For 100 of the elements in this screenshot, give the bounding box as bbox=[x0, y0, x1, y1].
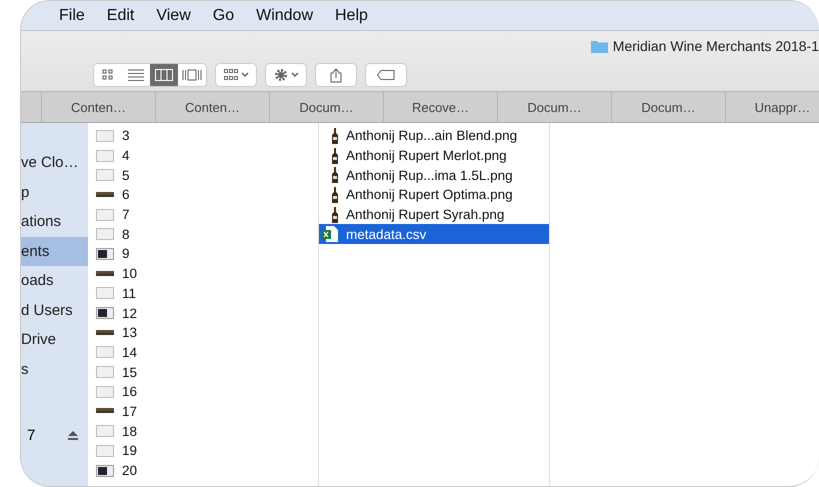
file-row[interactable]: 4 bbox=[88, 146, 318, 166]
image-thumbnail-icon bbox=[96, 248, 114, 260]
image-thumbnail-icon bbox=[96, 464, 114, 477]
tab[interactable]: Docum… bbox=[269, 92, 383, 122]
file-row[interactable]: 13 bbox=[88, 322, 318, 343]
sidebar-item[interactable]: ve Clo… bbox=[21, 148, 88, 178]
file-row[interactable]: 8 bbox=[88, 224, 318, 244]
file-row[interactable]: 6 bbox=[88, 185, 318, 205]
file-name: metadata.csv bbox=[346, 226, 426, 242]
bottle-icon bbox=[332, 206, 338, 223]
file-row[interactable]: Anthonij Rup...ain Blend.png bbox=[319, 126, 549, 146]
gear-icon bbox=[274, 68, 288, 82]
file-name: 16 bbox=[122, 384, 138, 400]
cover-flow-icon bbox=[182, 69, 202, 81]
file-row[interactable]: Anthonij Rupert Optima.png bbox=[319, 185, 549, 205]
file-row[interactable]: 5 bbox=[88, 165, 318, 186]
file-name: 14 bbox=[122, 344, 138, 360]
file-name: 6 bbox=[122, 187, 130, 202]
caret-icon bbox=[290, 72, 298, 78]
file-name: Anthonij Rup...ima 1.5L.png bbox=[346, 168, 513, 183]
menu-item[interactable]: File bbox=[59, 6, 85, 24]
file-row[interactable]: 3 bbox=[88, 126, 318, 146]
image-thumbnail-icon bbox=[96, 287, 114, 300]
grid-icon bbox=[224, 69, 238, 81]
tab[interactable]: Conten… bbox=[41, 92, 155, 122]
file-row[interactable]: 18 bbox=[88, 421, 318, 441]
bottle-icon bbox=[332, 128, 338, 144]
file-row[interactable]: 10 bbox=[88, 264, 318, 284]
sidebar-item[interactable]: d Users bbox=[21, 296, 88, 325]
device-label[interactable]: 7 bbox=[27, 427, 36, 444]
tab[interactable]: Unappr… bbox=[725, 92, 819, 122]
eject-icon[interactable] bbox=[68, 431, 78, 440]
sidebar-item[interactable]: ents bbox=[21, 236, 88, 266]
file-row[interactable]: 11 bbox=[88, 284, 318, 304]
image-thumbnail-icon bbox=[96, 425, 114, 438]
sidebar-item[interactable]: Drive bbox=[21, 325, 88, 354]
file-name: 10 bbox=[122, 266, 138, 282]
file-row[interactable]: 15 bbox=[88, 362, 318, 382]
image-thumbnail-icon bbox=[96, 228, 114, 240]
file-name: Anthonij Rupert Optima.png bbox=[346, 187, 513, 202]
file-row[interactable]: Anthonij Rupert Merlot.png bbox=[319, 146, 549, 166]
tab[interactable]: Docum… bbox=[611, 92, 725, 122]
file-name: 11 bbox=[122, 286, 136, 301]
file-row[interactable]: 20 bbox=[88, 460, 318, 480]
file-row[interactable]: 19 bbox=[88, 441, 318, 461]
menu-item[interactable]: Go bbox=[212, 6, 234, 24]
tag-button[interactable] bbox=[366, 64, 406, 86]
list-icon bbox=[128, 69, 144, 81]
sidebar-item[interactable]: s bbox=[21, 354, 88, 384]
image-thumbnail-icon bbox=[96, 130, 114, 142]
file-name: Anthonij Rup...ain Blend.png bbox=[346, 128, 518, 144]
tab[interactable]: Docum… bbox=[497, 92, 611, 122]
menu-item[interactable]: Edit bbox=[106, 6, 134, 24]
menu-item[interactable]: View bbox=[156, 6, 191, 24]
columns-icon bbox=[155, 69, 173, 81]
column-view-button[interactable] bbox=[150, 64, 178, 86]
bottle-icon bbox=[332, 167, 338, 184]
image-thumbnail-icon bbox=[96, 208, 114, 221]
settings-button[interactable] bbox=[266, 64, 306, 86]
caret-icon bbox=[240, 72, 248, 78]
bottle-icon bbox=[332, 186, 338, 203]
spreadsheet-icon bbox=[322, 226, 338, 242]
image-thumbnail-icon bbox=[96, 346, 114, 358]
tab[interactable]: Conten… bbox=[155, 92, 269, 122]
file-name: 18 bbox=[122, 424, 138, 439]
file-name: 7 bbox=[122, 207, 130, 222]
arrange-button[interactable] bbox=[216, 64, 256, 86]
file-row[interactable]: 17 bbox=[88, 402, 318, 422]
sidebar-item[interactable]: ations bbox=[21, 207, 88, 236]
menu-item[interactable]: Help bbox=[335, 6, 368, 24]
image-thumbnail-icon bbox=[96, 386, 114, 398]
file-row[interactable]: metadata.csv bbox=[319, 224, 549, 244]
file-row[interactable]: 12 bbox=[88, 303, 318, 323]
image-thumbnail-icon bbox=[96, 169, 114, 182]
share-icon bbox=[330, 68, 342, 82]
sidebar-item[interactable]: oads bbox=[21, 266, 88, 296]
file-name: 4 bbox=[122, 148, 130, 164]
bottle-icon bbox=[332, 148, 338, 164]
file-name: 5 bbox=[122, 168, 130, 183]
file-name: Anthonij Rupert Merlot.png bbox=[346, 148, 507, 164]
image-thumbnail-icon bbox=[96, 307, 114, 320]
file-row[interactable]: 9 bbox=[88, 244, 318, 264]
file-row[interactable]: Anthonij Rupert Syrah.png bbox=[319, 204, 549, 224]
share-button[interactable] bbox=[316, 64, 356, 86]
file-row[interactable]: 14 bbox=[88, 342, 318, 362]
tab[interactable]: Recove… bbox=[383, 92, 497, 122]
image-thumbnail-icon bbox=[96, 150, 114, 162]
grid-icon bbox=[101, 69, 115, 81]
sidebar-item[interactable]: p bbox=[21, 178, 88, 207]
window-title: Meridian Wine Merchants 2018-1 bbox=[590, 38, 819, 54]
file-row[interactable]: 16 bbox=[88, 382, 318, 402]
image-thumbnail-icon bbox=[96, 444, 114, 457]
menu-item[interactable]: Window bbox=[256, 6, 313, 24]
file-name: 12 bbox=[122, 306, 138, 321]
file-name: 3 bbox=[122, 128, 130, 144]
file-name: 20 bbox=[122, 463, 138, 478]
file-row[interactable]: 7 bbox=[88, 204, 318, 224]
file-row[interactable]: Anthonij Rup...ima 1.5L.png bbox=[319, 165, 549, 186]
file-name: 13 bbox=[122, 325, 138, 340]
tag-icon bbox=[377, 70, 395, 80]
